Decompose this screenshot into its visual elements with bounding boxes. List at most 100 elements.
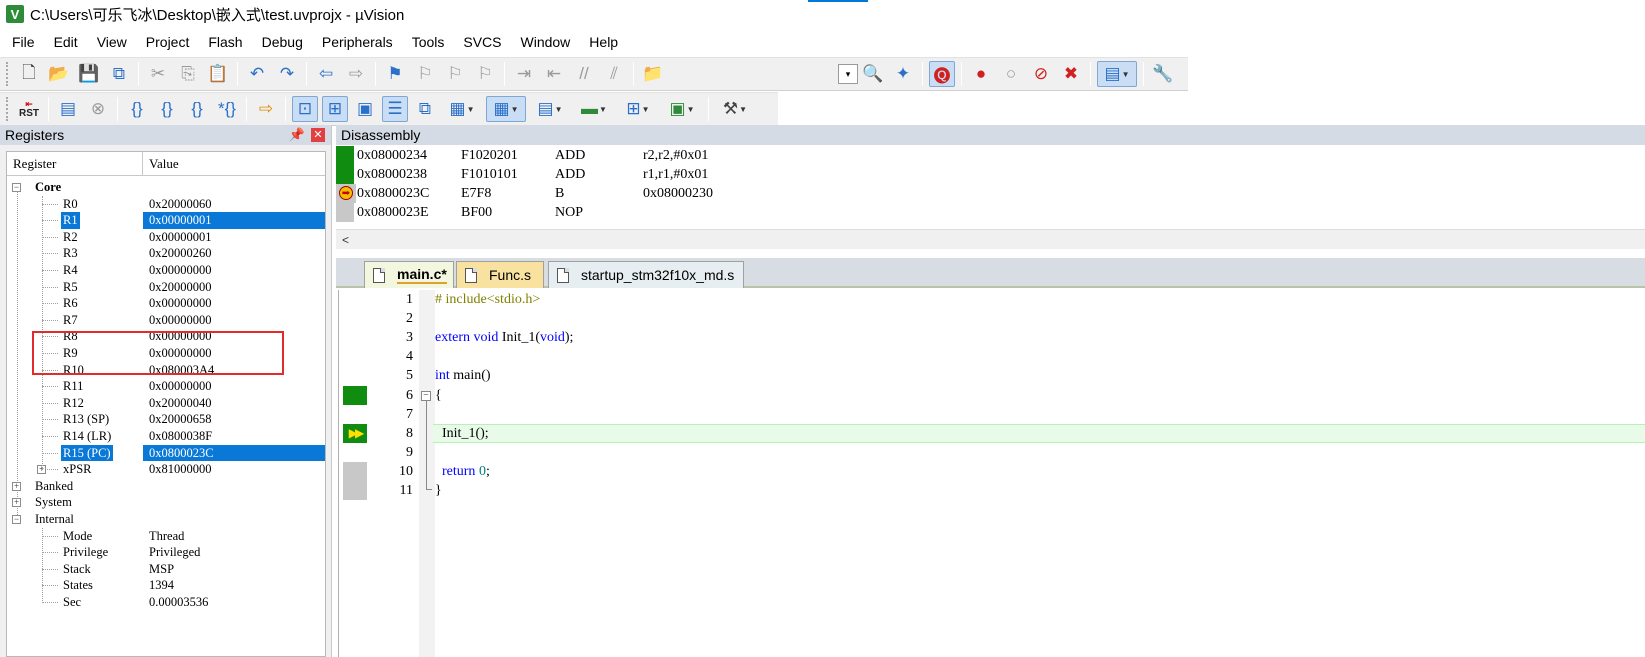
copy-icon[interactable]: ⎘ [175, 61, 201, 87]
bookmark-clear-icon[interactable]: ⚐ [472, 61, 498, 87]
disassembly-line[interactable]: 0x0800023E BF00 NOP [336, 203, 1645, 222]
code-editor[interactable]: 1 # include<stdio.h> 2 3 extern void Init_1(… [338, 290, 1645, 657]
menu-help[interactable]: Help [577, 34, 625, 50]
register-row-r14-lr[interactable]: R14 (LR) 0x0800038F [7, 428, 325, 445]
tab-func-s[interactable]: Func.s [456, 261, 544, 288]
register-row-r12[interactable]: R12 0x20000040 [7, 395, 325, 412]
collapse-icon[interactable]: − [12, 515, 21, 524]
unindent-icon[interactable]: ⇤ [541, 61, 567, 87]
menu-view[interactable]: View [85, 34, 134, 50]
system-viewer-icon[interactable]: ▣ ▼ [662, 96, 702, 122]
toolbar-grip[interactable] [6, 97, 10, 121]
close-icon[interactable]: ✕ [311, 128, 325, 142]
navigate-back-icon[interactable]: ⇦ [313, 61, 339, 87]
incremental-find-icon[interactable]: ✦ [890, 61, 916, 87]
register-row-r7[interactable]: R7 0x00000000 [7, 312, 325, 329]
cut-icon[interactable]: ✂ [145, 61, 171, 87]
disassembly-window-icon[interactable]: ⊞ [322, 96, 348, 122]
open-folder-icon[interactable]: 📂 [46, 61, 72, 87]
run-to-cursor-icon[interactable]: *{} [214, 96, 240, 122]
registers-window-icon[interactable]: ☰ [382, 96, 408, 122]
disable-all-breakpoints-icon[interactable]: ⊘ [1028, 61, 1054, 87]
register-row-r3[interactable]: R3 0x20000260 [7, 245, 325, 262]
memory-window-icon[interactable]: ▦ ▼ [486, 96, 526, 122]
indent-icon[interactable]: ⇥ [511, 61, 537, 87]
group-system-row[interactable]: + System [7, 494, 325, 511]
internal-row-stack[interactable]: Stack MSP [7, 561, 325, 578]
register-row-r4[interactable]: R4 0x00000000 [7, 262, 325, 279]
menu-window[interactable]: Window [509, 34, 578, 50]
find-in-files-icon[interactable]: 📁 [640, 61, 666, 87]
code-line[interactable]: 7 [339, 405, 1645, 424]
code-line[interactable]: 3 extern void Init_1(void); [339, 328, 1645, 347]
disassembly-line[interactable]: 0x08000234 F1020201 ADD r2,r2,#0x01 [336, 146, 1645, 165]
disassembly-line[interactable]: 0x08000238 F1010101 ADD r1,r1,#0x01 [336, 165, 1645, 184]
configure-icon[interactable]: 🔧 [1150, 61, 1176, 87]
disassembly-hscrollbar[interactable]: < [336, 229, 1645, 249]
register-row-r13-sp[interactable]: R13 (SP) 0x20000658 [7, 411, 325, 428]
redo-icon[interactable]: ↷ [274, 61, 300, 87]
menu-debug[interactable]: Debug [250, 34, 310, 50]
register-row-r1[interactable]: R1 0x00000001 [7, 212, 325, 229]
register-row-r2[interactable]: R2 0x00000001 [7, 229, 325, 246]
reset-icon[interactable]: ⇤ RST [16, 96, 42, 122]
group-internal-row[interactable]: − Internal [7, 511, 325, 528]
symbols-window-icon[interactable]: ▣ [352, 96, 378, 122]
tab-main-c[interactable]: main.c* [364, 261, 454, 288]
step-out-icon[interactable]: {} [184, 96, 210, 122]
bookmark-next-icon[interactable]: ⚐ [442, 61, 468, 87]
code-line[interactable]: 4 [339, 347, 1645, 366]
step-over-icon[interactable]: {} [154, 96, 180, 122]
window-layout-icon[interactable]: ▤ ▼ [1097, 61, 1137, 87]
code-line[interactable]: 6{ [339, 386, 1645, 405]
register-row-r6[interactable]: R6 0x00000000 [7, 295, 325, 312]
code-line[interactable]: 11} [339, 481, 1645, 500]
save-icon[interactable]: 💾 [76, 61, 102, 87]
group-core-row[interactable]: − Core [7, 179, 325, 196]
internal-row-mode[interactable]: Mode Thread [7, 528, 325, 545]
bookmark-prev-icon[interactable]: ⚐ [412, 61, 438, 87]
new-file-icon[interactable]: 🗋 [16, 61, 42, 87]
menu-svcs[interactable]: SVCS [451, 34, 508, 50]
find-icon[interactable]: 🔍 [860, 61, 886, 87]
fold-collapse-icon[interactable]: − [421, 390, 431, 401]
disassembly-line[interactable]: ➡ 0x0800023C E7F8 B 0x08000230 [336, 184, 1645, 203]
enable-breakpoint-icon[interactable]: ○ [998, 61, 1024, 87]
code-line[interactable]: 2 [339, 309, 1645, 328]
menu-file[interactable]: File [0, 34, 42, 50]
trace-window-icon[interactable]: ⊞ ▼ [618, 96, 658, 122]
register-row-r15-pc[interactable]: R15 (PC) 0x0800023C [7, 444, 325, 462]
stop-icon[interactable]: ⊗ [85, 96, 111, 122]
analysis-window-icon[interactable]: ▬ ▼ [574, 96, 614, 122]
code-line[interactable]: 10 return 0; [339, 462, 1645, 481]
menu-edit[interactable]: Edit [42, 34, 85, 50]
serial-window-icon[interactable]: ▤ ▼ [530, 96, 570, 122]
run-icon[interactable]: ▤ [55, 96, 81, 122]
debug-session-icon[interactable]: 🅠 [929, 61, 955, 87]
register-row-r5[interactable]: R5 0x20000000 [7, 279, 325, 296]
group-banked-row[interactable]: + Banked [7, 478, 325, 495]
code-line[interactable]: 8 Init_1(); [339, 424, 1645, 443]
command-window-icon[interactable]: ⊡ [292, 96, 318, 122]
toolbar-grip[interactable] [6, 62, 10, 86]
code-line[interactable]: 1 # include<stdio.h> [339, 290, 1645, 309]
pin-icon[interactable]: 📌 [289, 127, 305, 143]
save-all-icon[interactable]: ⧉ [106, 61, 132, 87]
scroll-left-arrow-icon[interactable]: < [342, 233, 349, 247]
menu-tools[interactable]: Tools [400, 34, 452, 50]
step-into-icon[interactable]: {} [124, 96, 150, 122]
menu-project[interactable]: Project [134, 34, 197, 50]
internal-row-states[interactable]: States 1394 [7, 577, 325, 594]
find-combo-dropdown[interactable]: ▾ [838, 64, 858, 84]
menu-flash[interactable]: Flash [196, 34, 249, 50]
column-value[interactable]: Value [143, 152, 325, 175]
show-next-statement-icon[interactable]: ⇨ [253, 96, 279, 122]
menu-peripherals[interactable]: Peripherals [310, 34, 400, 50]
insert-breakpoint-icon[interactable]: ● [968, 61, 994, 87]
toolbox-icon[interactable]: ⚒ ▼ [715, 96, 755, 122]
undo-icon[interactable]: ↶ [244, 61, 270, 87]
code-line[interactable]: 9 [339, 443, 1645, 462]
comment-icon[interactable]: // [571, 61, 597, 87]
paste-icon[interactable]: 📋 [205, 61, 231, 87]
expand-icon[interactable]: + [12, 498, 21, 508]
